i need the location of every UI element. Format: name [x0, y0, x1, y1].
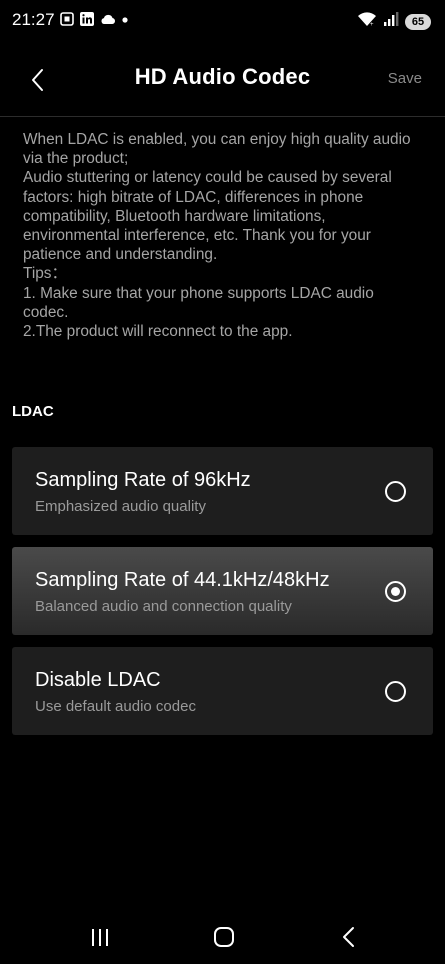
recents-button[interactable]	[80, 922, 120, 952]
section-label-ldac: LDAC	[12, 403, 54, 420]
home-icon	[214, 927, 234, 947]
radio-dot	[391, 587, 400, 596]
status-icons-left	[60, 12, 134, 26]
signal-icon	[383, 11, 399, 32]
battery-icon: 65	[405, 13, 431, 30]
home-button[interactable]	[204, 922, 244, 952]
status-bar: 21:27 + 65	[0, 0, 445, 40]
option-subtitle: Balanced audio and connection quality	[35, 598, 292, 615]
option-44khz-48khz[interactable]: Sampling Rate of 44.1kHz/48kHz Balanced …	[12, 547, 433, 635]
option-subtitle: Use default audio codec	[35, 698, 196, 715]
system-nav-bar	[0, 910, 445, 964]
option-title: Sampling Rate of 96kHz	[35, 469, 251, 491]
radio-button-selected[interactable]	[385, 581, 406, 602]
description: When LDAC is enabled, you can enjoy high…	[23, 130, 423, 341]
header-divider	[0, 116, 445, 117]
radio-button[interactable]	[385, 681, 406, 702]
description-line: When LDAC is enabled, you can enjoy high…	[23, 131, 411, 168]
description-line: Audio stuttering or latency could be cau…	[23, 169, 392, 264]
option-title: Disable LDAC	[35, 669, 161, 691]
recents-icon	[92, 929, 108, 946]
save-button[interactable]: Save	[388, 70, 422, 87]
option-96khz[interactable]: Sampling Rate of 96kHz Emphasized audio …	[12, 447, 433, 535]
cloud-icon	[100, 12, 116, 26]
tips-heading: Tips：	[23, 265, 67, 283]
page-title: HD Audio Codec	[134, 64, 311, 89]
tip-item: 1. Make sure that your phone supports LD…	[23, 284, 374, 321]
option-subtitle: Emphasized audio quality	[35, 498, 206, 515]
dot-icon	[120, 12, 134, 26]
wifi-icon: +	[357, 11, 377, 32]
linkedin-icon	[80, 12, 94, 26]
tip-item: 2.The product will reconnect to the app.	[23, 323, 293, 341]
status-time: 21:27	[12, 10, 55, 29]
option-title: Sampling Rate of 44.1kHz/48kHz	[35, 569, 330, 591]
back-nav-button[interactable]	[328, 922, 368, 952]
screenshot-icon	[60, 12, 74, 26]
option-disable-ldac[interactable]: Disable LDAC Use default audio codec	[12, 647, 433, 735]
back-icon	[343, 927, 354, 947]
status-icons-right: + 65	[357, 11, 431, 32]
radio-button[interactable]	[385, 481, 406, 502]
header: HD Audio Codec Save	[0, 52, 445, 108]
svg-text:+: +	[370, 22, 374, 27]
